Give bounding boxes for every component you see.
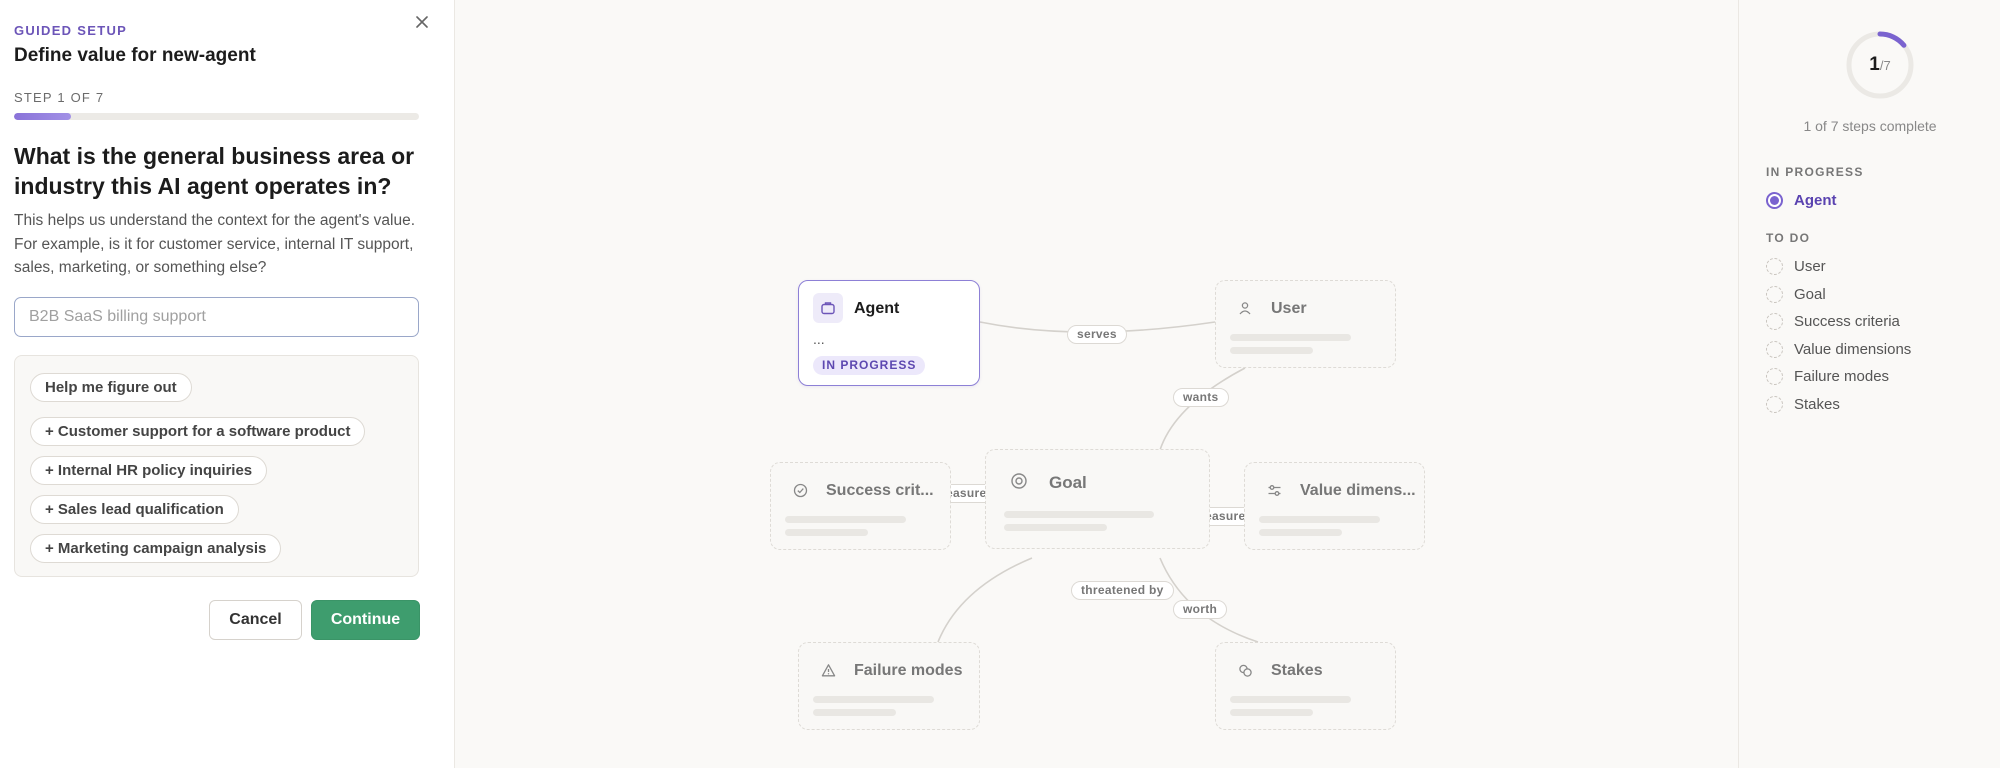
coins-icon xyxy=(1234,659,1256,681)
target-icon xyxy=(1008,470,1030,492)
edge-label-serves: serves xyxy=(1067,325,1127,344)
node-title: Agent xyxy=(854,300,900,317)
suggestions-box: Help me figure out + Customer support fo… xyxy=(14,355,419,577)
cancel-button[interactable]: Cancel xyxy=(209,600,302,640)
edge-label-worth: worth xyxy=(1173,600,1228,619)
edge-label-threatened-by: threatened by xyxy=(1071,581,1174,600)
pending-step-icon xyxy=(1766,312,1783,330)
guided-setup-panel: GUIDED SETUP Define value for new-agent … xyxy=(0,0,455,768)
progress-panel: 1/7 1 of 7 steps complete IN PROGRESS Ag… xyxy=(1738,0,2000,768)
progress-ring-label: 1/7 xyxy=(1844,29,1916,101)
placeholder-line xyxy=(1230,347,1313,354)
suggestion-chip[interactable]: + Sales lead qualification xyxy=(30,495,239,524)
step-item-user[interactable]: User xyxy=(1766,256,1826,276)
step-indicator: STEP 1 OF 7 xyxy=(14,90,105,105)
node-agent[interactable]: Agent ... IN PROGRESS xyxy=(798,280,980,386)
placeholder-line xyxy=(1230,709,1313,716)
node-title: Success crit... xyxy=(826,482,934,499)
node-title: User xyxy=(1271,300,1307,317)
step-item-label: Agent xyxy=(1794,191,1837,209)
person-icon xyxy=(1234,297,1256,319)
placeholder-line xyxy=(1230,696,1351,703)
edge-label-wants: wants xyxy=(1173,388,1229,407)
todo-heading: TO DO xyxy=(1766,231,1811,245)
edge-label-measured: measured xyxy=(951,484,985,503)
node-goal[interactable]: Goal xyxy=(985,449,1210,549)
edge-label-clip: measured xyxy=(951,484,985,503)
step-item-stakes[interactable]: Stakes xyxy=(1766,394,1840,414)
node-title: Stakes xyxy=(1271,662,1323,679)
placeholder-line xyxy=(1230,334,1351,341)
step-item-failure-modes[interactable]: Failure modes xyxy=(1766,366,1889,386)
step-progress-bar xyxy=(14,113,419,120)
placeholder-line xyxy=(1004,511,1154,518)
placeholder-line xyxy=(1259,516,1380,523)
step-item-label: Success criteria xyxy=(1794,312,1900,330)
current-step-icon xyxy=(1766,191,1783,209)
sliders-icon xyxy=(1263,479,1285,501)
suggestion-chip[interactable]: + Marketing campaign analysis xyxy=(30,534,282,563)
help-me-figure-out-button[interactable]: Help me figure out xyxy=(30,373,192,402)
placeholder-line xyxy=(785,516,906,523)
pending-step-icon xyxy=(1766,395,1783,413)
node-value-dimensions[interactable]: Value dimens... xyxy=(1244,462,1425,550)
step-item-value-dimensions[interactable]: Value dimensions xyxy=(1766,339,1911,359)
node-title: Value dimens... xyxy=(1300,482,1416,499)
node-title: Failure modes xyxy=(854,662,963,679)
pending-step-icon xyxy=(1766,367,1783,385)
node-title: Goal xyxy=(1049,473,1087,492)
steps-complete-text: 1 of 7 steps complete xyxy=(1803,118,1937,134)
placeholder-line xyxy=(1004,524,1107,531)
step-item-label: Stakes xyxy=(1794,395,1840,413)
placeholder-line xyxy=(785,529,868,536)
total-count: /7 xyxy=(1879,57,1891,73)
suggestion-chip[interactable]: + Internal HR policy inquiries xyxy=(30,456,268,485)
placeholder-line xyxy=(813,696,934,703)
panel-title: Define value for new-agent xyxy=(14,45,256,66)
step-item-label: Value dimensions xyxy=(1794,340,1912,358)
business-area-input[interactable] xyxy=(14,297,419,337)
completed-count: 1 xyxy=(1869,54,1880,75)
question-heading: What is the general business area or ind… xyxy=(14,143,415,199)
status-badge: IN PROGRESS xyxy=(813,356,926,375)
close-icon xyxy=(416,16,428,28)
step-item-label: Failure modes xyxy=(1794,367,1890,385)
placeholder-line xyxy=(813,709,896,716)
pending-step-icon xyxy=(1766,340,1783,358)
step-item-agent[interactable]: Agent xyxy=(1766,190,1837,210)
placeholder-line xyxy=(1259,529,1342,536)
node-stakes[interactable]: Stakes xyxy=(1215,642,1396,730)
pending-step-icon xyxy=(1766,257,1783,275)
step-progress-fill xyxy=(14,113,71,120)
check-circle-icon xyxy=(789,479,811,501)
guided-setup-label: GUIDED SETUP xyxy=(14,23,128,38)
question-help-text: This helps us understand the context for… xyxy=(14,212,416,276)
in-progress-heading: IN PROGRESS xyxy=(1766,165,1864,179)
step-item-label: Goal xyxy=(1794,285,1826,303)
edge-label-measured: measured xyxy=(1210,507,1244,526)
step-item-label: User xyxy=(1794,257,1826,275)
node-failure-modes[interactable]: Failure modes xyxy=(798,642,980,730)
node-summary: ... xyxy=(813,331,825,347)
suggestion-chip[interactable]: + Customer support for a software produc… xyxy=(30,417,366,446)
edge-label-clip: measured xyxy=(1210,507,1244,526)
node-success-criteria[interactable]: Success crit... xyxy=(770,462,951,550)
node-user[interactable]: User xyxy=(1215,280,1396,368)
briefcase-icon xyxy=(813,293,843,323)
step-item-goal[interactable]: Goal xyxy=(1766,284,1826,304)
continue-button[interactable]: Continue xyxy=(311,600,420,640)
close-button[interactable] xyxy=(412,12,432,32)
value-graph-canvas[interactable] xyxy=(456,0,1738,768)
warning-icon xyxy=(817,659,839,681)
pending-step-icon xyxy=(1766,285,1783,303)
step-item-success-criteria[interactable]: Success criteria xyxy=(1766,311,1900,331)
